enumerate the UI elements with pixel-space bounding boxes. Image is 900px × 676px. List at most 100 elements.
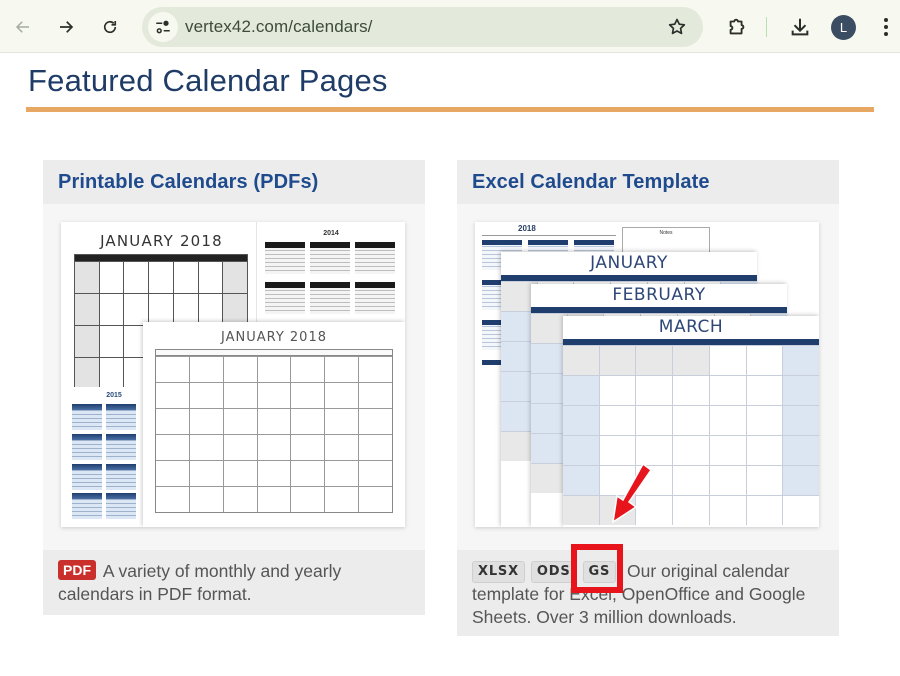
week-row (156, 356, 392, 382)
day-cell (98, 358, 124, 389)
day-cell (531, 314, 567, 343)
day-cell (222, 294, 248, 325)
day-cell (156, 409, 189, 434)
day-cell (324, 435, 358, 460)
download-icon (791, 18, 809, 36)
printable-calendars-link[interactable]: Printable Calendars (PDFs) (58, 171, 318, 194)
reload-button[interactable] (95, 12, 125, 42)
ods-badge[interactable]: ODS (530, 561, 577, 583)
browser-menu-button[interactable] (874, 12, 898, 42)
xlsx-badge[interactable]: XLSX (472, 561, 525, 583)
day-cell (75, 262, 99, 293)
downloads-button[interactable] (785, 12, 815, 42)
star-icon (668, 18, 686, 35)
week-row (563, 405, 819, 435)
card-description: PDF A variety of monthly and yearly cale… (43, 550, 425, 615)
week-row (75, 293, 248, 325)
card-printable-calendars: Printable Calendars (PDFs) JANUARY 2018 … (43, 160, 425, 615)
day-cell (782, 376, 819, 405)
day-cell (635, 376, 673, 405)
day-cell (358, 357, 392, 382)
notes-title: Notes (659, 230, 673, 236)
week-row (563, 495, 819, 525)
day-cell (324, 383, 358, 408)
week-row (563, 345, 819, 375)
day-cell (563, 376, 599, 405)
day-cell (290, 409, 324, 434)
day-cell (598, 346, 636, 375)
mini-month (265, 242, 305, 274)
day-cell (256, 435, 291, 460)
week-row (156, 486, 392, 512)
day-cell (708, 436, 746, 465)
puzzle-icon (729, 18, 745, 35)
day-cell (290, 461, 324, 486)
title-underline (26, 107, 874, 112)
bookmark-button[interactable] (665, 15, 689, 39)
day-cell (708, 496, 746, 525)
address-bar[interactable]: vertex42.com/calendars/ (142, 7, 703, 47)
day-cell (188, 487, 223, 512)
day-cell (745, 496, 783, 525)
yearly-calendar-title: 2014 (323, 230, 339, 237)
day-cell (531, 404, 567, 433)
excel-calendar-template-link[interactable]: Excel Calendar Template (472, 171, 710, 194)
day-cell (635, 346, 673, 375)
day-cell (635, 436, 673, 465)
day-cell (708, 466, 746, 495)
day-cell (123, 294, 148, 325)
day-cell (672, 376, 709, 405)
day-cell (188, 409, 223, 434)
day-cell (745, 466, 783, 495)
back-button[interactable] (8, 12, 38, 42)
sheet-title: JANUARY (590, 253, 668, 273)
profile-avatar[interactable]: L (831, 15, 856, 40)
printable-calendars-thumbnail[interactable]: JANUARY 2018 2014 2015 JANUARY 2018 (61, 222, 405, 527)
card-description: XLSX ODS GS Our original calendar template… (457, 550, 839, 636)
day-cell (358, 487, 392, 512)
mini-month (72, 434, 102, 460)
day-cell (324, 487, 358, 512)
day-cell (672, 436, 709, 465)
pdf-badge[interactable]: PDF (58, 560, 96, 580)
day-cell (290, 383, 324, 408)
mini-month (310, 282, 350, 314)
mini-month (310, 242, 350, 274)
day-cell (188, 383, 223, 408)
mini-month (106, 464, 136, 490)
day-cell (672, 466, 709, 495)
day-cell (782, 436, 819, 465)
day-cell (256, 357, 291, 382)
day-cell (635, 406, 673, 435)
day-cell (324, 409, 358, 434)
mini-month (72, 493, 102, 519)
day-cell (197, 294, 223, 325)
day-cell (222, 409, 257, 434)
day-cell (290, 487, 324, 512)
sheet-title: MARCH (658, 317, 724, 337)
url-text[interactable]: vertex42.com/calendars/ (185, 17, 373, 37)
day-cell (256, 383, 291, 408)
day-cell (672, 346, 709, 375)
highlight-box-annotation (571, 544, 623, 593)
day-cell (156, 383, 189, 408)
extensions-button[interactable] (722, 12, 752, 42)
day-cell (188, 357, 223, 382)
forward-button[interactable] (51, 12, 81, 42)
day-cell (782, 466, 819, 495)
mini-month (106, 434, 136, 460)
day-cell (745, 406, 783, 435)
divider (482, 235, 616, 236)
landscape-calendar-preview: JANUARY 2018 (143, 322, 405, 527)
day-cell (745, 346, 783, 375)
card-description-text: A variety of monthly and yearly calendar… (58, 561, 342, 604)
day-cell (98, 326, 124, 357)
day-cell (123, 262, 148, 293)
day-cell (148, 262, 173, 293)
day-cell (222, 357, 257, 382)
site-info-button[interactable] (148, 12, 178, 42)
day-cell (782, 406, 819, 435)
day-cell (188, 461, 223, 486)
day-cell (782, 346, 819, 375)
day-cell (156, 487, 189, 512)
